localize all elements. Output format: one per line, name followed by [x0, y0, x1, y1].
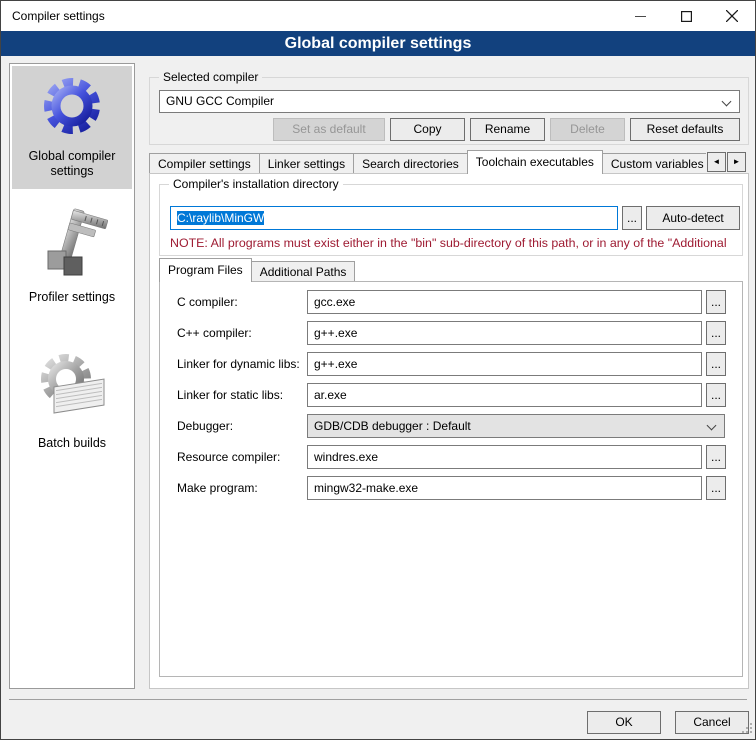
tab-linker-settings[interactable]: Linker settings [259, 153, 354, 174]
make-program-value: mingw32-make.exe [314, 481, 418, 495]
cpp-compiler-value: g++.exe [314, 326, 357, 340]
cpp-compiler-label: C++ compiler: [177, 321, 252, 345]
tab-scroll-buttons: ◄ ► [707, 152, 746, 172]
minimize-button[interactable] [617, 1, 663, 31]
debugger-value: GDB/CDB debugger : Default [314, 419, 471, 433]
minimize-icon [635, 11, 646, 22]
arrow-right-icon: ► [733, 157, 741, 166]
c-compiler-browse-button[interactable]: ... [706, 290, 726, 314]
caliper-icon [36, 207, 108, 283]
ok-button[interactable]: OK [587, 711, 661, 734]
make-program-browse-button[interactable]: ... [706, 476, 726, 500]
c-compiler-label: C compiler: [177, 290, 238, 314]
selected-compiler-group: Selected compiler GNU GCC Compiler Set a… [149, 77, 749, 145]
dynamic-linker-row: Linker for dynamic libs: g++.exe ... [177, 352, 727, 376]
cpp-compiler-input[interactable]: g++.exe [307, 321, 702, 345]
debugger-select[interactable]: GDB/CDB debugger : Default [307, 414, 725, 438]
cpp-compiler-browse-button[interactable]: ... [706, 321, 726, 345]
installation-directory-input[interactable]: C:\raylib\MinGW [170, 206, 618, 230]
reset-defaults-button[interactable]: Reset defaults [630, 118, 740, 141]
cpp-compiler-row: C++ compiler: g++.exe ... [177, 321, 727, 345]
resource-compiler-input[interactable]: windres.exe [307, 445, 702, 469]
c-compiler-row: C compiler: gcc.exe ... [177, 290, 727, 314]
compiler-select-value: GNU GCC Compiler [166, 94, 274, 108]
static-linker-input[interactable]: ar.exe [307, 383, 702, 407]
window-title: Compiler settings [12, 9, 105, 23]
maximize-button[interactable] [663, 1, 709, 31]
tab-compiler-settings[interactable]: Compiler settings [149, 153, 260, 174]
settings-tab-strip: Compiler settings Linker settings Search… [149, 150, 706, 174]
selected-compiler-group-label: Selected compiler [159, 70, 262, 84]
make-program-input[interactable]: mingw32-make.exe [307, 476, 702, 500]
make-program-row: Make program: mingw32-make.exe ... [177, 476, 727, 500]
gear-gray-icon [34, 349, 110, 429]
tab-program-files[interactable]: Program Files [159, 258, 252, 282]
static-linker-browse-button[interactable]: ... [706, 383, 726, 407]
cancel-button[interactable]: Cancel [675, 711, 749, 734]
caption-buttons [617, 1, 755, 31]
resource-compiler-row: Resource compiler: windres.exe ... [177, 445, 727, 469]
auto-detect-button[interactable]: Auto-detect [646, 206, 740, 230]
installation-directory-value: C:\raylib\MinGW [177, 211, 264, 225]
tab-search-directories[interactable]: Search directories [353, 153, 468, 174]
static-linker-label: Linker for static libs: [177, 383, 283, 407]
sidebar-item-label: Batch builds [38, 436, 106, 451]
resource-compiler-value: windres.exe [314, 450, 378, 464]
arrow-left-icon: ◄ [713, 157, 721, 166]
compiler-actions: Set as default Copy Rename Delete Reset … [159, 118, 740, 141]
static-linker-row: Linker for static libs: ar.exe ... [177, 383, 727, 407]
make-program-label: Make program: [177, 476, 258, 500]
gear-blue-icon [40, 74, 104, 142]
footer-separator [9, 699, 747, 700]
delete-button[interactable]: Delete [550, 118, 625, 141]
tab-additional-paths[interactable]: Additional Paths [251, 261, 356, 282]
debugger-label: Debugger: [177, 414, 233, 438]
maximize-icon [681, 11, 692, 22]
dynamic-linker-input[interactable]: g++.exe [307, 352, 702, 376]
program-files-tab-strip: Program Files Additional Paths [159, 258, 354, 282]
toolchain-executables-page: Compiler's installation directory C:\ray… [149, 173, 749, 689]
resource-compiler-label: Resource compiler: [177, 445, 280, 469]
compiler-select[interactable]: GNU GCC Compiler [159, 90, 740, 113]
sidebar-item-profiler-settings[interactable]: Profiler settings [12, 199, 132, 315]
c-compiler-input[interactable]: gcc.exe [307, 290, 702, 314]
tab-custom-variables[interactable]: Custom variables [602, 153, 706, 174]
installation-directory-browse-button[interactable]: ... [622, 206, 642, 230]
resize-grip[interactable] [741, 722, 753, 737]
dynamic-linker-label: Linker for dynamic libs: [177, 352, 300, 376]
dynamic-linker-browse-button[interactable]: ... [706, 352, 726, 376]
sidebar-item-global-compiler-settings[interactable]: Global compiler settings [12, 66, 132, 189]
settings-category-list: Global compiler settings [9, 63, 135, 689]
debugger-row: Debugger: GDB/CDB debugger : Default [177, 414, 727, 438]
c-compiler-value: gcc.exe [314, 295, 355, 309]
sidebar-item-batch-builds[interactable]: Batch builds [12, 341, 132, 461]
sidebar-item-label: Profiler settings [29, 290, 115, 305]
rename-button[interactable]: Rename [470, 118, 545, 141]
dynamic-linker-value: g++.exe [314, 357, 357, 371]
tab-scroll-left-button[interactable]: ◄ [707, 152, 726, 172]
resource-compiler-browse-button[interactable]: ... [706, 445, 726, 469]
close-icon [726, 10, 738, 22]
program-files-panel: C compiler: gcc.exe ... C++ compiler: g+… [159, 281, 743, 677]
chevron-down-icon [722, 97, 732, 107]
bin-subdirectory-note: NOTE: All programs must exist either in … [170, 236, 740, 250]
page-title: Global compiler settings [1, 31, 755, 56]
tab-scroll-right-button[interactable]: ► [727, 152, 746, 172]
chevron-down-icon [707, 421, 717, 431]
tab-toolchain-executables[interactable]: Toolchain executables [467, 150, 603, 174]
title-bar[interactable]: Compiler settings [1, 1, 755, 31]
sidebar-item-label: Global compiler settings [14, 149, 130, 179]
compiler-settings-dialog: Compiler settings Global compiler settin… [0, 0, 756, 740]
close-button[interactable] [709, 1, 755, 31]
installation-directory-group-label: Compiler's installation directory [169, 177, 343, 191]
set-as-default-button[interactable]: Set as default [273, 118, 385, 141]
installation-directory-group: Compiler's installation directory C:\ray… [159, 184, 743, 256]
static-linker-value: ar.exe [314, 388, 347, 402]
copy-button[interactable]: Copy [390, 118, 465, 141]
